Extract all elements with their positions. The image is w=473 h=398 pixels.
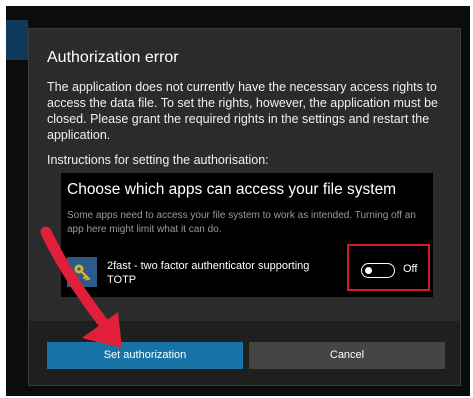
toggle-knob <box>365 266 372 274</box>
cancel-button[interactable]: Cancel <box>249 342 445 369</box>
settings-heading: Choose which apps can access your file s… <box>67 181 397 198</box>
annotation-arrow-icon <box>40 226 122 348</box>
backdrop-accent <box>6 20 28 60</box>
toggle-state-label: Off <box>403 263 418 275</box>
instructions-label: Instructions for setting the authorisati… <box>47 153 269 167</box>
screen: Authorization error The application does… <box>0 0 473 398</box>
app-name: 2fast - two factor authenticator support… <box>107 260 310 286</box>
highlight-annotation: Off <box>347 244 430 291</box>
access-toggle <box>361 263 395 278</box>
dialog-message: The application does not currently have … <box>47 80 438 142</box>
dialog-title: Authorization error <box>47 49 179 66</box>
